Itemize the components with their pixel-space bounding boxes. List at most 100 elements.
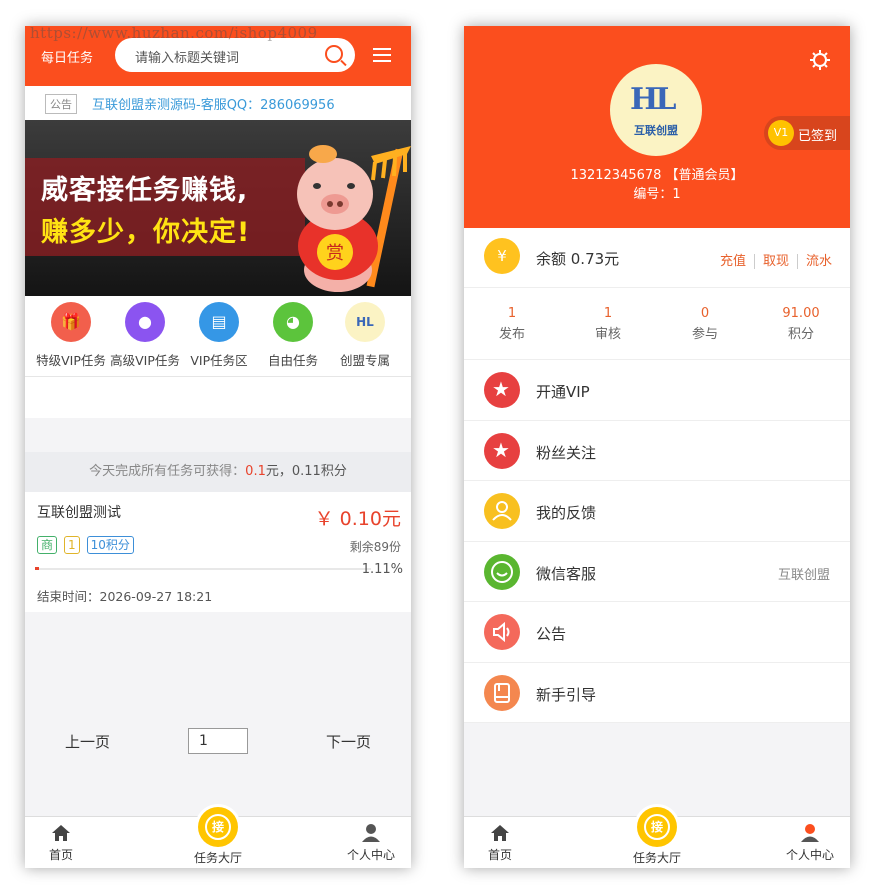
signed-in-badge[interactable]: V1 已签到 — [764, 116, 850, 150]
menu-label: 我的反馈 — [536, 504, 597, 522]
category-3[interactable]: ◕ 自由任务 — [255, 302, 331, 369]
promo-banner[interactable]: 威客接任务赚钱, 赚多少，你决定! 赏 — [25, 120, 411, 296]
bottom-tab-bar: 首页 接 任务大厅 个人中心 — [25, 807, 411, 868]
menu-feedback[interactable]: 我的反馈 — [464, 481, 850, 542]
stat-value: 0 — [700, 306, 710, 321]
stat-joined[interactable]: 0 参与 — [657, 306, 753, 342]
yen-icon: ¥ — [484, 238, 520, 274]
category-4[interactable]: HL 创盟专属 — [327, 302, 403, 369]
profile-header: HL 互联创盟 V1 已签到 13212345678 【普通会员】 编号：1 — [464, 26, 850, 228]
spacer — [25, 376, 411, 418]
prev-page-button[interactable]: 上一页 — [65, 731, 110, 752]
menu-announcement[interactable]: 公告 — [464, 602, 850, 663]
page-title: 每日任务 — [41, 51, 94, 66]
menu-label: 新手引导 — [536, 685, 597, 704]
notice-tag: 公告 — [45, 94, 77, 114]
gap — [25, 418, 411, 452]
user-id: 编号：1 — [633, 187, 681, 202]
search-input[interactable]: 请输入标题关键词 — [115, 38, 355, 72]
notice-bar[interactable]: 公告 互联创盟亲测源码-客服QQ：286069956 — [25, 86, 411, 120]
logo-icon: HL — [345, 302, 385, 342]
tab-home[interactable]: 首页 — [488, 823, 512, 863]
task-badge-points: 10积分 — [86, 536, 134, 554]
category-label: 高级VIP任务 — [110, 353, 180, 368]
recharge-link[interactable]: 充值 — [712, 254, 754, 269]
profile-menu: ★ 开通VIP ★ 粉丝关注 我的反馈 微信客服 互联创盟 公告 新手引导 — [464, 360, 850, 723]
document-icon: ▤ — [199, 302, 239, 342]
stat-value: 1 — [603, 306, 613, 321]
stat-published[interactable]: 1 发布 — [464, 306, 560, 342]
menu-wechat-support[interactable]: 微信客服 互联创盟 — [464, 541, 850, 602]
tab-home[interactable]: 首页 — [49, 823, 73, 863]
category-label: 创盟专属 — [339, 353, 390, 368]
user-stats: 1 发布 1 审核 0 参与 91.00 积分 — [464, 288, 850, 360]
category-label: VIP任务区 — [190, 353, 248, 368]
pig-badge: 赏 — [326, 243, 344, 264]
category-0[interactable]: 🎁 特级VIP任务 — [33, 302, 109, 369]
task-progress-bar — [35, 567, 371, 570]
user-icon — [362, 824, 380, 842]
stat-points[interactable]: 91.00 积分 — [753, 306, 849, 342]
menu-label: 公告 — [536, 625, 567, 643]
balance-actions: 充值 取现 流水 — [712, 250, 840, 269]
withdraw-link[interactable]: 取现 — [753, 254, 797, 269]
gear-icon[interactable] — [810, 50, 830, 70]
tab-profile[interactable]: 个人中心 — [786, 823, 834, 863]
task-hall-badge: 接 — [644, 814, 670, 840]
menu-fans-follow[interactable]: ★ 粉丝关注 — [464, 420, 850, 481]
task-hall-button[interactable]: 接 — [637, 807, 677, 847]
bottom-tab-bar: 首页 接 任务大厅 个人中心 — [464, 807, 850, 868]
tab-task-hall[interactable]: 接 任务大厅 — [193, 807, 243, 866]
user-info: 13212345678 【普通会员】 编号：1 — [464, 166, 850, 204]
menu-icon[interactable] — [373, 48, 391, 62]
pig-mascot-illustration: 赏 — [297, 145, 411, 292]
transactions-link[interactable]: 流水 — [796, 254, 840, 269]
banner-line-2: 赚多少，你决定! — [41, 217, 251, 248]
tab-profile-label: 个人中心 — [786, 848, 835, 862]
tab-profile[interactable]: 个人中心 — [347, 823, 395, 863]
gift-icon: 🎁 — [51, 302, 91, 342]
chat-icon — [484, 553, 520, 590]
penguin-icon: ● — [125, 302, 165, 342]
balance-amount: 余额 0.73元 — [536, 250, 620, 268]
summary-unit: 元， — [265, 464, 292, 479]
tab-hall-label: 任务大厅 — [632, 851, 681, 865]
category-2[interactable]: ▤ VIP任务区 — [181, 302, 257, 369]
home-icon — [52, 825, 70, 841]
stat-label: 积分 — [787, 327, 814, 342]
search-icon[interactable] — [325, 45, 343, 63]
task-hall-badge: 接 — [205, 814, 231, 840]
search-placeholder: 请输入标题关键词 — [135, 51, 240, 66]
task-list-screen: 每日任务 请输入标题关键词 公告 互联创盟亲测源码-客服QQ：286069956… — [25, 26, 411, 868]
stat-review[interactable]: 1 审核 — [560, 306, 656, 342]
balance-row: ¥ 余额 0.73元 充值 取现 流水 — [464, 228, 850, 288]
tab-task-hall[interactable]: 接 任务大厅 — [632, 807, 682, 866]
summary-prefix: 今天完成所有任务可获得： — [89, 464, 246, 479]
menu-newbie-guide[interactable]: 新手引导 — [464, 662, 850, 723]
category-1[interactable]: ● 高级VIP任务 — [107, 302, 183, 369]
task-card[interactable]: 互联创盟测试 ￥ 0.10元 商 1 10积分 剩余89份 1.11% 结束时间：2… — [25, 492, 411, 612]
page-number-input[interactable]: 1 — [188, 728, 248, 754]
notice-text[interactable]: 互联创盟亲测源码-客服QQ：286069956 — [92, 94, 335, 113]
task-hall-button[interactable]: 接 — [198, 807, 238, 847]
next-page-button[interactable]: 下一页 — [326, 731, 371, 752]
menu-right-value: 互联创盟 — [777, 567, 830, 583]
task-remaining: 剩余89份 — [349, 540, 401, 554]
banner-line-1: 威客接任务赚钱, — [41, 175, 249, 206]
book-icon — [484, 674, 520, 711]
profile-screen: HL 互联创盟 V1 已签到 13212345678 【普通会员】 编号：1 ¥… — [464, 26, 850, 868]
task-end-time: 结束时间：2026-09-27 18:21 — [37, 589, 213, 604]
stat-label: 参与 — [691, 327, 718, 342]
category-label: 特级VIP任务 — [36, 353, 106, 368]
menu-open-vip[interactable]: ★ 开通VIP — [464, 360, 850, 421]
stat-label: 发布 — [498, 327, 525, 342]
menu-label: 微信客服 — [536, 564, 597, 583]
user-icon — [801, 824, 819, 842]
speaker-icon — [484, 614, 520, 650]
summary-points: 0.11积分 — [291, 464, 347, 479]
task-badge-merchant: 商 — [37, 536, 58, 554]
avatar[interactable]: HL 互联创盟 — [610, 64, 702, 156]
task-badge-level: 1 — [64, 536, 80, 554]
user-phone-level: 13212345678 【普通会员】 — [570, 168, 744, 183]
summary-amount: 0.1 — [245, 464, 266, 479]
